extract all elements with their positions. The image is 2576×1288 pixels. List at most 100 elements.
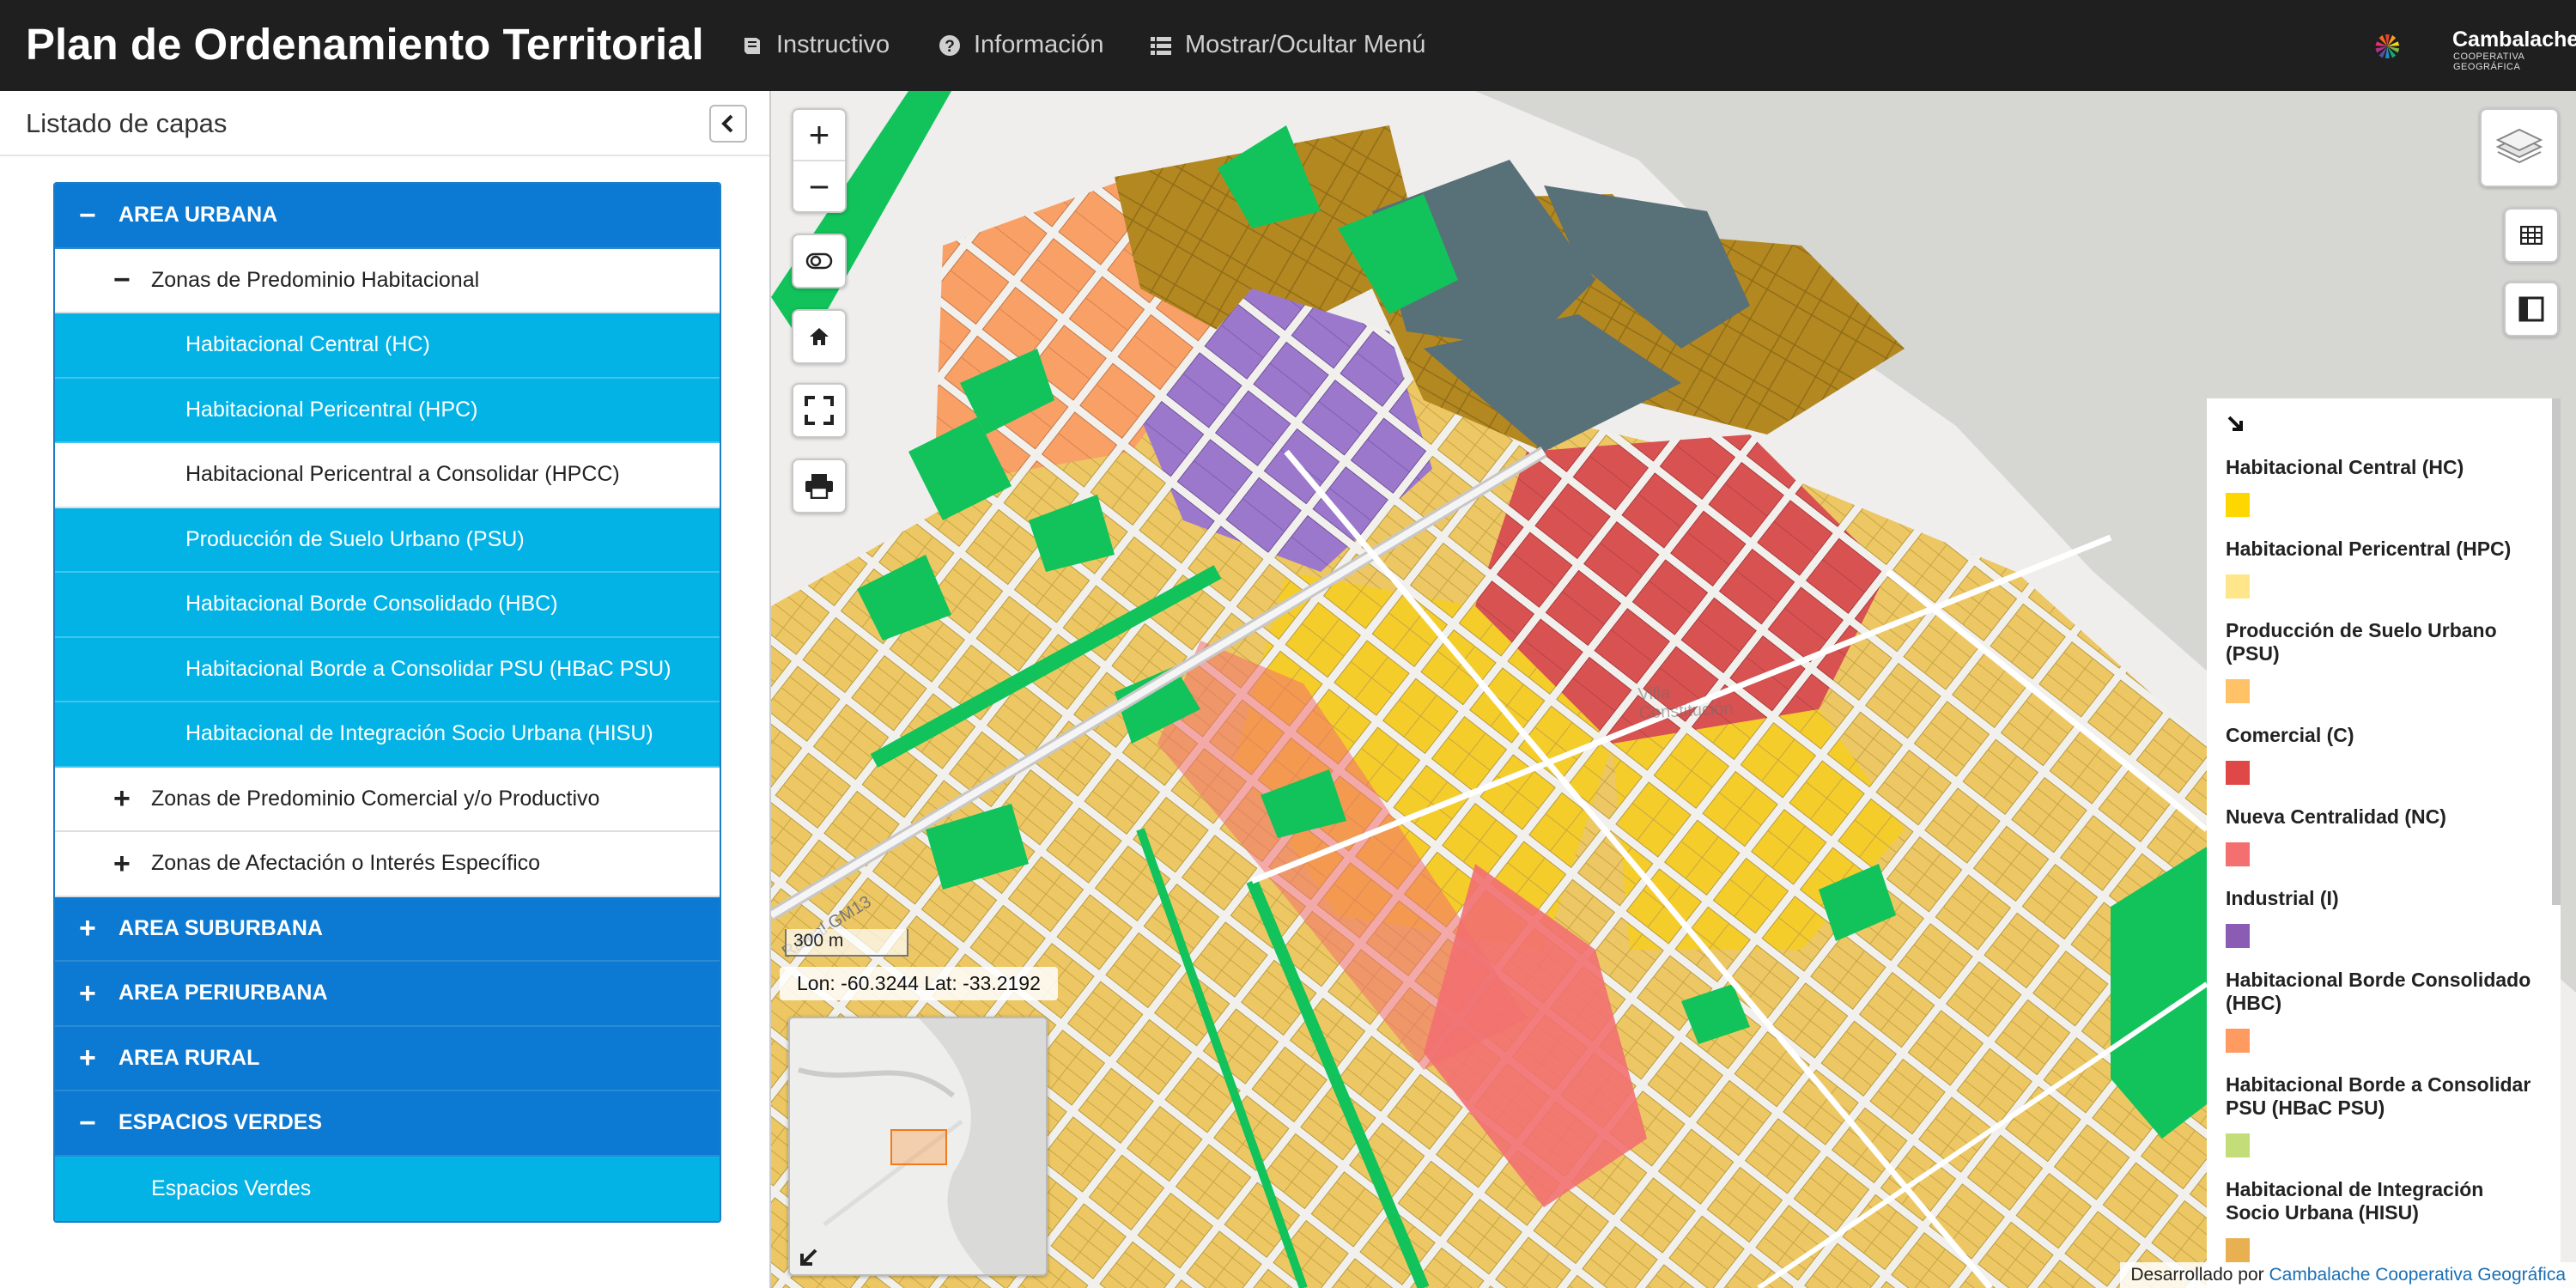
layers-icon [2495,128,2543,164]
tree-group-habitacional[interactable]: − Zonas de Predominio Habitacional [55,248,720,313]
toggle-icon [805,252,833,270]
nav-informacion[interactable]: ? Información [938,31,1104,59]
tree-label: AREA SUBURBANA [118,915,323,940]
layer-switcher-button[interactable] [2480,108,2559,187]
collapse-sidebar-button[interactable] [709,105,747,143]
legend-swatch [2226,679,2250,703]
expand-toggle[interactable]: + [113,784,131,813]
nav-informacion-label: Información [974,31,1104,58]
nav-instructivo-label: Instructivo [776,31,890,58]
legend-swatch [2226,924,2250,948]
collapse-toggle[interactable]: − [113,265,131,295]
layer-label: Habitacional Pericentral (HPC) [185,397,478,422]
nav-instructivo[interactable]: Instructivo [740,31,890,59]
tree-label: Zonas de Predominio Comercial y/o Produc… [151,786,600,811]
app-title: Plan de Ordenamiento Territorial [26,20,704,69]
legend-item-label: Habitacional Borde Consolidado (HBC) [2226,969,2531,1014]
legend-item-label: Comercial (C) [2226,724,2354,746]
tree-group-afectacion[interactable]: + Zonas de Afectación o Interés Específic… [55,832,720,897]
list-icon [1151,36,1171,55]
zoom-in-button[interactable]: + [793,110,845,161]
attribute-table-button[interactable] [2504,208,2559,263]
layers-sidebar: Listado de capas − AREA URBANA − Zonas de … [0,91,771,1288]
legend-swatch [2226,1133,2250,1157]
layer-item-hc[interactable]: Habitacional Central (HC) [55,313,720,379]
tree-group-area-rural[interactable]: + AREA RURAL [55,1026,720,1091]
overview-map[interactable] [788,1017,1048,1276]
sidebar-header: Listado de capas [0,91,769,156]
legend-swatch [2226,1029,2250,1053]
place-label: Villa Constitución [1637,683,1735,723]
mouse-coordinates: Lon: -60.3244 Lat: -33.2192 [780,967,1058,1000]
collapse-toggle[interactable]: − [79,201,96,230]
print-button[interactable] [792,459,847,513]
zoom-out-button[interactable]: − [793,161,845,213]
tree-group-area-periurbana[interactable]: + AREA PERIURBANA [55,962,720,1027]
scale-bar: 300 m [785,929,908,957]
fullscreen-icon [805,396,834,425]
legend-item-label: Habitacional Pericentral (HPC) [2226,538,2512,560]
legend-swatch [2226,574,2250,598]
tree-label: Zonas de Predominio Habitacional [151,267,480,292]
layer-item-espacios-verdes[interactable]: Espacios Verdes [55,1156,720,1221]
layer-item-hisu[interactable]: Habitacional de Integración Socio Urbana… [55,702,720,768]
tree-label: Zonas de Afectación o Interés Específico [151,851,541,876]
tree-group-area-suburbana[interactable]: + AREA SUBURBANA [55,896,720,962]
legend-item-label: Industrial (I) [2226,887,2339,909]
legend-item-label: Habitacional Borde a Consolidar PSU (HBa… [2226,1073,2531,1119]
layer-label: Habitacional Borde Consolidado (HBC) [185,592,558,617]
home-button[interactable] [792,309,847,364]
legend-swatch [2226,1238,2250,1262]
logo-name: Cambalache [2452,27,2576,52]
layer-tree: − AREA URBANA − Zonas de Predominio Habita… [53,182,721,1223]
layer-item-hbac-psu[interactable]: Habitacional Borde a Consolidar PSU (HBa… [55,637,720,702]
legend-scrollbar[interactable] [2552,398,2561,905]
layer-item-hpc[interactable]: Habitacional Pericentral (HPC) [55,378,720,443]
collapse-overview-icon[interactable] [797,1247,819,1269]
tree-group-espacios-verdes[interactable]: − ESPACIOS VERDES [55,1091,720,1157]
nav-toggle-menu[interactable]: Mostrar/Ocultar Menú [1149,31,1425,59]
book-icon [744,37,760,54]
map-viewport[interactable]: Ramal GM13 Villa Constitución + − 300 m … [771,91,2576,1288]
layer-item-psu[interactable]: Producción de Suelo Urbano (PSU) [55,507,720,573]
attribution-link[interactable]: Cambalache Cooperativa Geográfica [2269,1265,2566,1285]
top-navbar: Plan de Ordenamiento Territorial Instruc… [0,0,2576,91]
expand-toggle[interactable]: + [79,979,96,1008]
legend-items: Habitacional Central (HC) Habitacional Pe… [2226,456,2561,1262]
fullscreen-button[interactable] [792,383,847,438]
cambalache-logo-icon [2375,34,2400,58]
tree-group-comercial[interactable]: + Zonas de Predominio Comercial y/o Produ… [55,767,720,832]
attribution: Desarrollado por Cambalache Cooperativa … [2120,1262,2576,1288]
layer-label: Producción de Suelo Urbano (PSU) [185,526,525,551]
expand-toggle[interactable]: + [79,1043,96,1072]
logo-subtitle: COOPERATIVA GEOGRÁFICA [2453,52,2524,72]
tree-label: AREA PERIURBANA [118,981,328,1005]
expand-toggle[interactable]: + [113,849,131,878]
collapse-legend-icon[interactable] [2226,414,2246,434]
legend-swatch [2226,761,2250,785]
printer-icon [805,474,833,499]
collapse-toggle[interactable]: − [79,1109,96,1138]
legend-toggle-button[interactable] [2504,282,2559,337]
sidebar-title: Listado de capas [26,108,228,138]
expand-toggle[interactable]: + [79,914,96,943]
chevron-left-icon [721,114,733,133]
legend-item-label: Producción de Suelo Urbano (PSU) [2226,619,2497,665]
table-icon [2520,226,2543,245]
toggle-control-button[interactable] [792,234,847,289]
svg-text:?: ? [945,38,955,56]
legend-item-label: Nueva Centralidad (NC) [2226,805,2446,828]
zoom-control: + − [792,108,847,213]
layer-item-hbc[interactable]: Habitacional Borde Consolidado (HBC) [55,573,720,638]
layer-item-hpcc[interactable]: Habitacional Pericentral a Consolidar (H… [55,443,720,508]
layer-label: Habitacional de Integración Socio Urbana… [185,721,653,746]
legend-panel: Habitacional Central (HC) Habitacional Pe… [2207,398,2561,1288]
tree-label: AREA RURAL [118,1045,260,1070]
tree-label: AREA URBANA [118,203,278,228]
tree-group-area-urbana[interactable]: − AREA URBANA [55,184,720,249]
attribution-prefix: Desarrollado por [2130,1265,2264,1285]
layer-label: Habitacional Pericentral a Consolidar (H… [185,462,620,487]
overview-canvas [790,1018,1046,1274]
nav-toggle-menu-label: Mostrar/Ocultar Menú [1185,31,1426,58]
legend-panel-icon [2518,296,2544,322]
